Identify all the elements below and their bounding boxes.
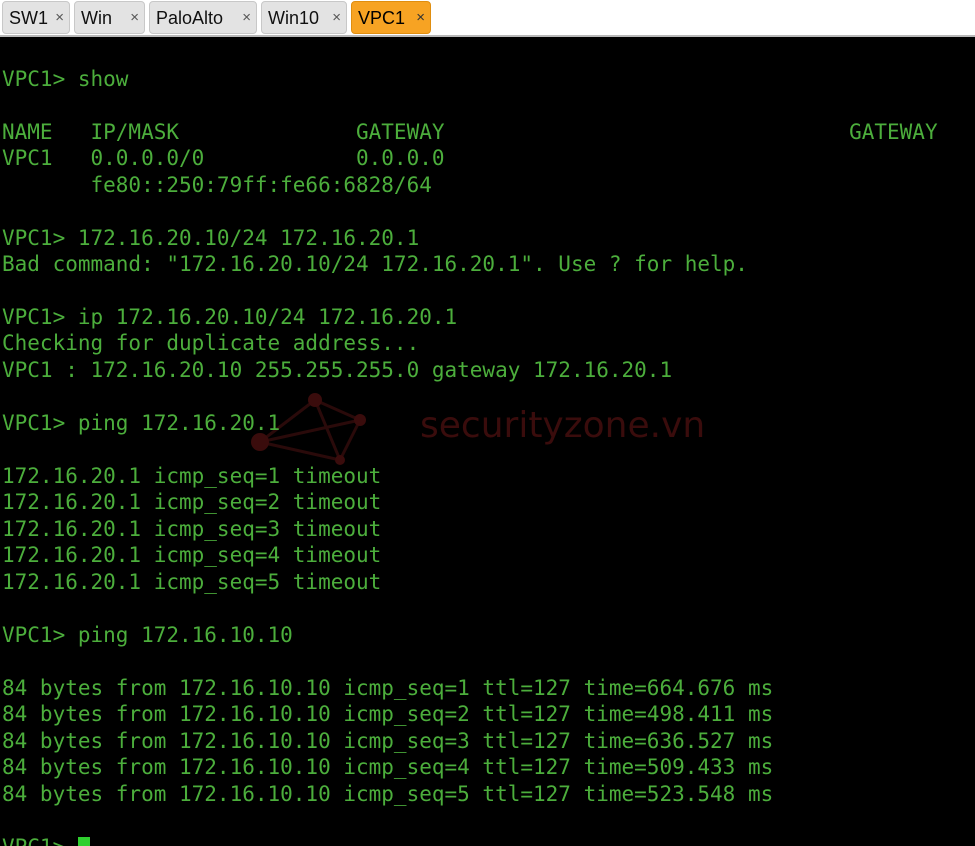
terminal-output[interactable]: securityzone.vn VPC1> show NAME IP/MASK … <box>0 37 975 846</box>
terminal-line: NAME IP/MASK GATEWAY GATEWAY <box>2 120 938 144</box>
tab-win10[interactable]: Win10 × <box>261 1 347 34</box>
terminal-line: 172.16.20.1 icmp_seq=4 timeout <box>2 543 382 567</box>
watermark: securityzone.vn <box>230 380 760 470</box>
terminal-prompt-line[interactable]: VPC1> <box>2 834 90 846</box>
terminal-line: VPC1> ping 172.16.20.1 <box>2 411 281 435</box>
tab-vpc1[interactable]: VPC1 × <box>351 1 431 34</box>
close-icon[interactable]: × <box>416 10 425 26</box>
close-icon[interactable]: × <box>55 10 64 26</box>
terminal-line: VPC1 0.0.0.0/0 0.0.0.0 <box>2 146 445 170</box>
watermark-text: securityzone.vn <box>420 405 706 446</box>
close-icon[interactable]: × <box>130 10 139 26</box>
terminal-line: VPC1 : 172.16.20.10 255.255.255.0 gatewa… <box>2 358 673 382</box>
tab-paloalto[interactable]: PaloAlto × <box>149 1 257 34</box>
terminal-line: 84 bytes from 172.16.10.10 icmp_seq=2 tt… <box>2 702 774 726</box>
tab-label: VPC1 <box>358 8 406 28</box>
terminal-line: VPC1> ip 172.16.20.10/24 172.16.20.1 <box>2 305 458 329</box>
tab-label: Win10 <box>268 8 320 28</box>
terminal-line: 172.16.20.1 icmp_seq=2 timeout <box>2 490 382 514</box>
terminal-line: VPC1> ping 172.16.10.10 <box>2 623 293 647</box>
terminal-cursor <box>77 837 90 846</box>
terminal-line: VPC1> show <box>2 67 129 91</box>
terminal-line: Bad command: "172.16.20.10/24 172.16.20.… <box>2 252 748 276</box>
terminal-line: VPC1> 172.16.20.10/24 172.16.20.1 <box>2 226 420 250</box>
tab-label: PaloAlto <box>156 8 224 28</box>
terminal-line: 84 bytes from 172.16.10.10 icmp_seq=3 tt… <box>2 729 774 753</box>
tab-label: SW1 <box>9 8 49 28</box>
tab-label: Win <box>81 8 112 28</box>
close-icon[interactable]: × <box>332 10 341 26</box>
terminal-line: 84 bytes from 172.16.10.10 icmp_seq=4 tt… <box>2 755 774 779</box>
terminal-line: Checking for duplicate address... <box>2 331 420 355</box>
tab-sw1[interactable]: SW1 × <box>2 1 70 34</box>
terminal-prompt: VPC1> <box>2 835 78 846</box>
terminal-line: 84 bytes from 172.16.10.10 icmp_seq=1 tt… <box>2 676 774 700</box>
terminal-line: 172.16.20.1 icmp_seq=5 timeout <box>2 570 382 594</box>
terminal-line: 172.16.20.1 icmp_seq=3 timeout <box>2 517 382 541</box>
tab-win[interactable]: Win × <box>74 1 145 34</box>
terminal-line: 172.16.20.1 icmp_seq=1 timeout <box>2 464 382 488</box>
terminal-line: fe80::250:79ff:fe66:6828/64 <box>2 173 432 197</box>
terminal-line: 84 bytes from 172.16.10.10 icmp_seq=5 tt… <box>2 782 774 806</box>
tab-bar: SW1 × Win × PaloAlto × Win10 × VPC1 × <box>0 0 975 37</box>
close-icon[interactable]: × <box>242 10 251 26</box>
